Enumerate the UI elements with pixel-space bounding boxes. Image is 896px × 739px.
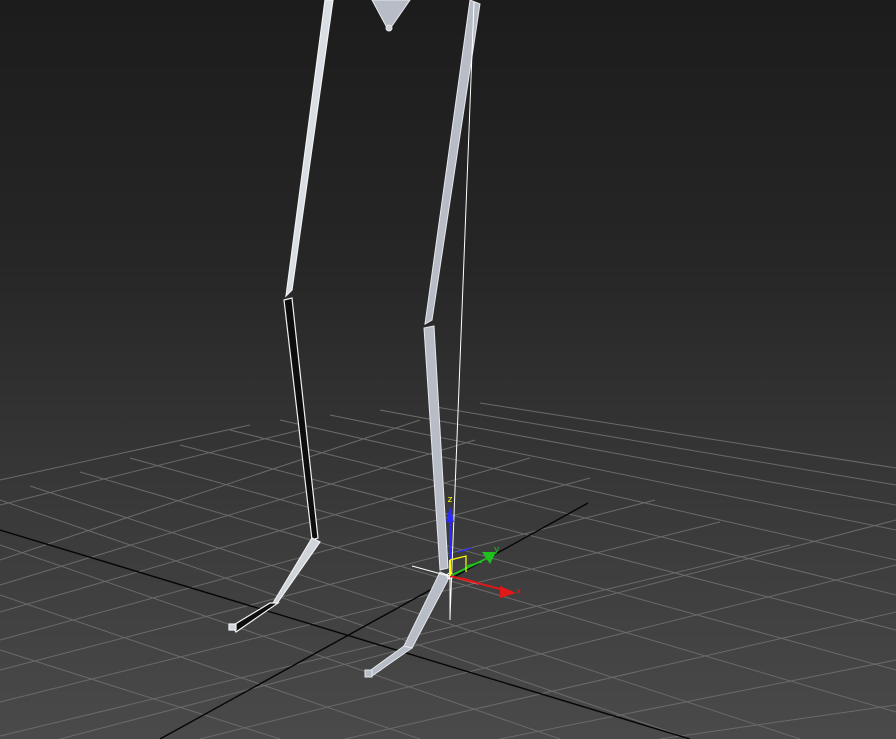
gizmo-y-label: y [494, 545, 500, 555]
viewport-perspective[interactable]: z y x [0, 0, 896, 739]
right-calf-bone[interactable] [423, 325, 449, 571]
gizmo-x-label: x [516, 587, 522, 597]
gizmo-x-arrow-icon[interactable] [500, 586, 516, 598]
left-toe-nub[interactable] [228, 623, 237, 631]
gizmo-z-label: z [448, 495, 453, 505]
scene-canvas[interactable]: z y x [0, 0, 896, 739]
left-leg-bones[interactable] [228, 0, 334, 633]
right-toe-nub[interactable] [364, 669, 373, 678]
right-toe-bone[interactable] [367, 645, 414, 677]
left-calf-bone[interactable] [283, 297, 319, 541]
right-foot-bone[interactable] [403, 571, 451, 649]
left-thigh-bone[interactable] [285, 0, 334, 298]
left-foot-bone[interactable] [269, 537, 321, 609]
right-leg-bones[interactable] [364, 0, 481, 678]
pelvis-bone[interactable] [371, 0, 411, 32]
